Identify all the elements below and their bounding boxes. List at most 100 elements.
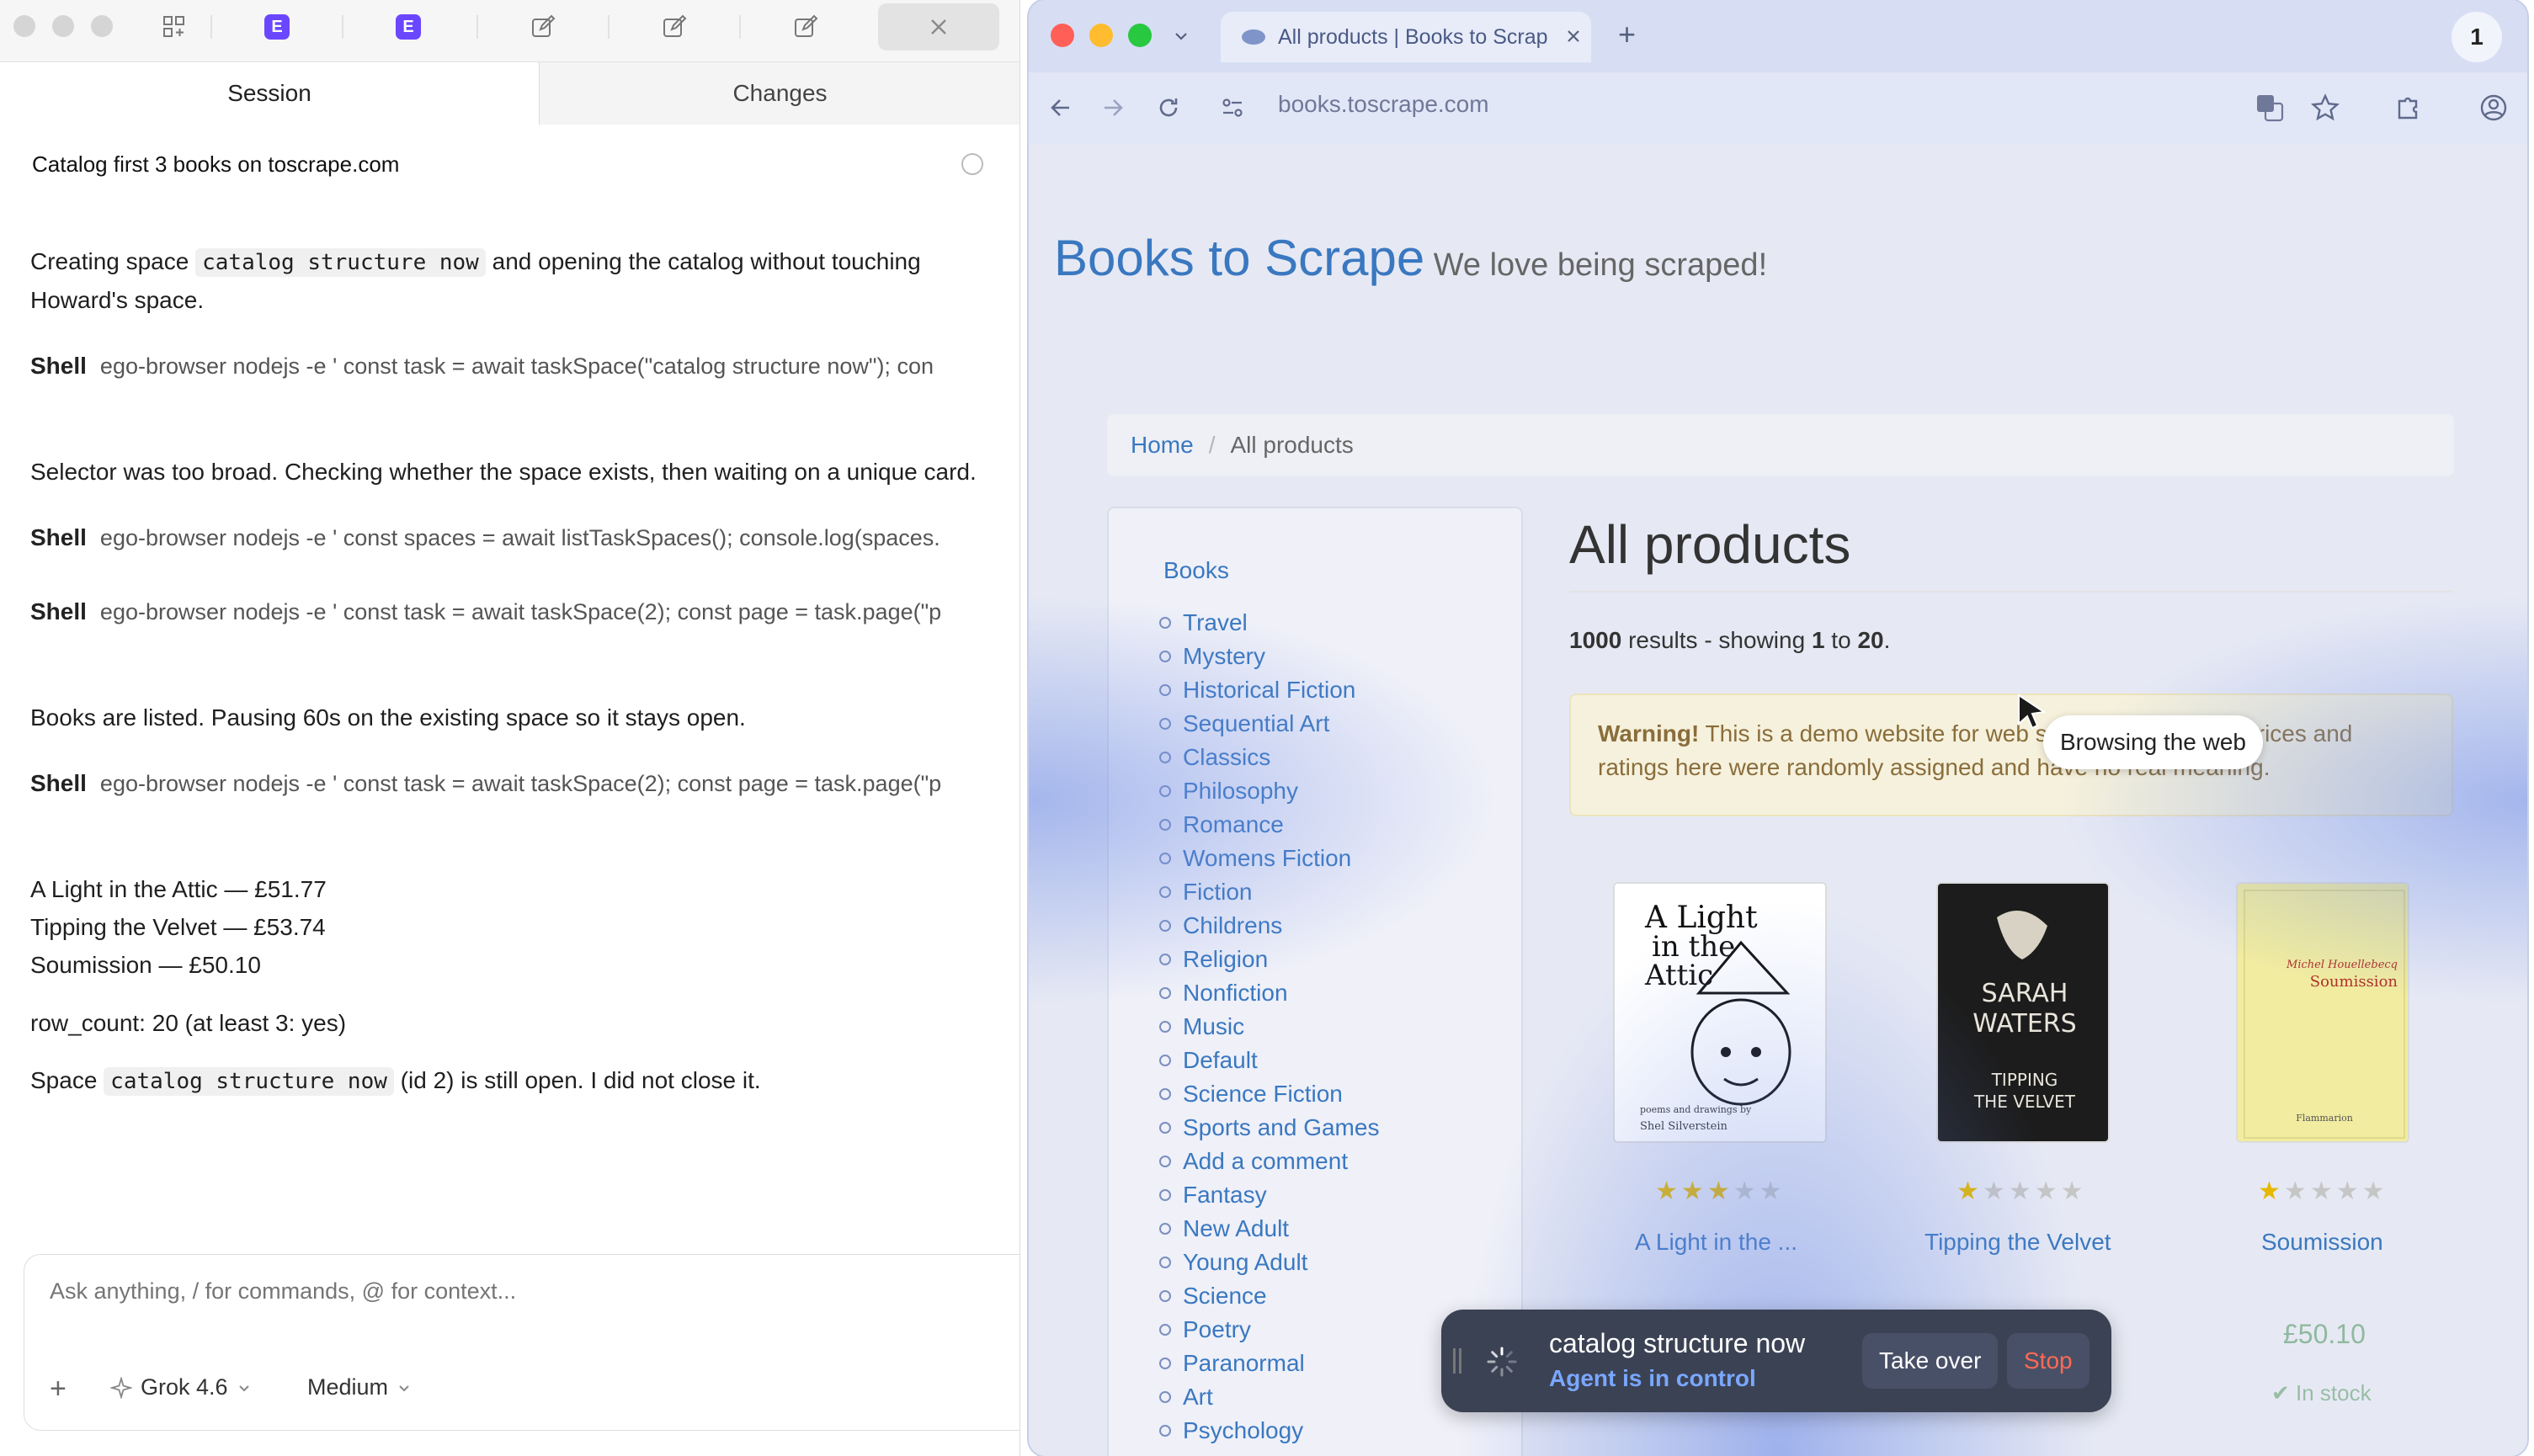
category-link[interactable]: Music: [1159, 1010, 1379, 1044]
category-link[interactable]: Fiction: [1159, 875, 1379, 909]
category-link[interactable]: Psychology: [1159, 1414, 1379, 1448]
results-from: 1: [1811, 627, 1825, 653]
account-icon[interactable]: [2478, 93, 2509, 123]
site-settings-icon[interactable]: [1219, 94, 1246, 121]
window-minimize-dot[interactable]: [52, 15, 74, 37]
category-link[interactable]: Romance: [1159, 808, 1379, 842]
book-title-link[interactable]: Soumission: [2261, 1229, 2383, 1256]
reload-icon[interactable]: [1155, 94, 1182, 121]
book-cover-tipping-the-velvet[interactable]: SARAH WATERS TIPPING THE VELVET: [1936, 882, 2110, 1143]
stop-button[interactable]: Stop: [2007, 1333, 2089, 1389]
category-link[interactable]: Historical Fiction: [1159, 673, 1379, 707]
drag-handle-icon[interactable]: [1453, 1348, 1461, 1374]
translate-icon[interactable]: [2255, 93, 2285, 123]
toolbar-divider: [739, 15, 741, 39]
category-link[interactable]: Sports and Games: [1159, 1111, 1379, 1145]
model-select[interactable]: Grok 4.6: [110, 1374, 252, 1400]
close-session-button[interactable]: [878, 3, 999, 50]
category-label: Classics: [1183, 744, 1271, 770]
address-bar[interactable]: books.toscrape.com: [1278, 91, 1489, 118]
bullet-icon: [1159, 987, 1171, 999]
sparkle-icon: [110, 1376, 132, 1399]
category-link[interactable]: Paranormal: [1159, 1347, 1379, 1380]
new-session-edit-icon[interactable]: [790, 12, 822, 42]
bullet-icon: [1159, 1189, 1171, 1201]
results-text: .: [1883, 627, 1891, 653]
category-link[interactable]: Mystery: [1159, 640, 1379, 673]
sidebar-books-link[interactable]: Books: [1163, 557, 1229, 584]
forward-icon[interactable]: [1099, 94, 1126, 121]
book-title-link[interactable]: Tipping the Velvet: [1924, 1229, 2111, 1256]
shell-command-row[interactable]: Shell ego-browser nodejs -e ' const task …: [30, 349, 1015, 383]
shell-command-row[interactable]: Shell ego-browser nodejs -e ' const task …: [30, 595, 1015, 629]
category-link[interactable]: Art: [1159, 1380, 1379, 1414]
agent-e-button-2[interactable]: E: [392, 12, 424, 42]
profile-badge[interactable]: 1: [2451, 12, 2502, 62]
message-text: Creating space: [30, 248, 196, 274]
bullet-icon: [1159, 920, 1171, 932]
message-text: (id 2) is still open. I did not close it…: [393, 1067, 761, 1093]
add-context-button[interactable]: +: [50, 1373, 67, 1406]
star-filled-icon: ★: [1706, 1177, 1733, 1205]
category-link[interactable]: Default: [1159, 1044, 1379, 1077]
category-label: Nonfiction: [1183, 980, 1288, 1006]
book-cover-soumission[interactable]: Michel Houellebecq Soumission Flammarion: [2236, 882, 2409, 1143]
category-link[interactable]: Fantasy: [1159, 1178, 1379, 1212]
new-session-edit-icon[interactable]: [527, 12, 559, 42]
category-link[interactable]: Travel: [1159, 606, 1379, 640]
star-empty-icon: ★: [2060, 1177, 2087, 1205]
heading-divider: [1569, 591, 2453, 592]
breadcrumb-home-link[interactable]: Home: [1131, 432, 1194, 459]
bullet-icon: [1159, 1257, 1171, 1268]
category-link[interactable]: Philosophy: [1159, 774, 1379, 808]
toolbar-divider: [476, 15, 478, 39]
window-close-dot[interactable]: [1051, 24, 1074, 47]
category-link[interactable]: Nonfiction: [1159, 976, 1379, 1010]
bullet-icon: [1159, 1425, 1171, 1437]
extensions-icon[interactable]: [2393, 93, 2423, 123]
category-link[interactable]: Childrens: [1159, 909, 1379, 943]
category-link[interactable]: Poetry: [1159, 1313, 1379, 1347]
site-title[interactable]: Books to Scrape: [1054, 230, 1424, 286]
category-link[interactable]: Science Fiction: [1159, 1077, 1379, 1111]
book-title-link[interactable]: A Light in the ...: [1635, 1229, 1797, 1256]
shell-command-row[interactable]: Shell ego-browser nodejs -e ' const space…: [30, 521, 1015, 555]
book-cover-a-light-in-the-attic[interactable]: A Light in the Attic poems and drawings …: [1613, 882, 1827, 1143]
category-label: Childrens: [1183, 912, 1283, 938]
category-link[interactable]: Womens Fiction: [1159, 842, 1379, 875]
bullet-icon: [1159, 1358, 1171, 1369]
category-link[interactable]: Religion: [1159, 943, 1379, 976]
window-close-dot[interactable]: [13, 15, 35, 37]
category-link[interactable]: Young Adult: [1159, 1246, 1379, 1279]
effort-select[interactable]: Medium: [307, 1374, 412, 1400]
assistant-message: Space catalog structure now (id 2) is st…: [30, 1061, 761, 1101]
tab-session[interactable]: Session: [0, 62, 539, 125]
shell-command-row[interactable]: Shell ego-browser nodejs -e ' const task …: [30, 767, 1015, 800]
tab-changes[interactable]: Changes: [539, 62, 1019, 125]
tab-close-icon[interactable]: [1564, 27, 1583, 45]
bullet-icon: [1159, 1156, 1171, 1167]
composer-input[interactable]: [50, 1278, 976, 1305]
category-link[interactable]: New Adult: [1159, 1212, 1379, 1246]
bookmark-star-icon[interactable]: [2310, 93, 2340, 123]
star-filled-icon: ★: [1956, 1177, 1983, 1205]
new-tab-button[interactable]: +: [1618, 17, 1636, 52]
new-session-edit-icon[interactable]: [658, 12, 690, 42]
category-link[interactable]: Science: [1159, 1279, 1379, 1313]
window-minimize-dot[interactable]: [1089, 24, 1113, 47]
category-link[interactable]: Add a comment: [1159, 1145, 1379, 1178]
tab-list-chevron-icon[interactable]: [1172, 27, 1190, 45]
warning-alert: Warning! This is a demo website for web …: [1569, 693, 2453, 816]
warning-label: Warning!: [1598, 720, 1700, 747]
grid-add-icon[interactable]: [158, 12, 190, 42]
back-icon[interactable]: [1047, 94, 1074, 121]
category-link[interactable]: Sequential Art: [1159, 707, 1379, 741]
category-link[interactable]: Classics: [1159, 741, 1379, 774]
site-tagline: We love being scraped!: [1433, 247, 1768, 283]
agent-e-button-1[interactable]: E: [261, 12, 293, 42]
browser-tab[interactable]: All products | Books to Scrap: [1221, 12, 1591, 62]
take-over-button[interactable]: Take over: [1862, 1333, 1999, 1389]
cover-author: Michel Houellebecq: [2286, 959, 2398, 971]
window-zoom-dot[interactable]: [1128, 24, 1152, 47]
window-zoom-dot[interactable]: [91, 15, 113, 37]
